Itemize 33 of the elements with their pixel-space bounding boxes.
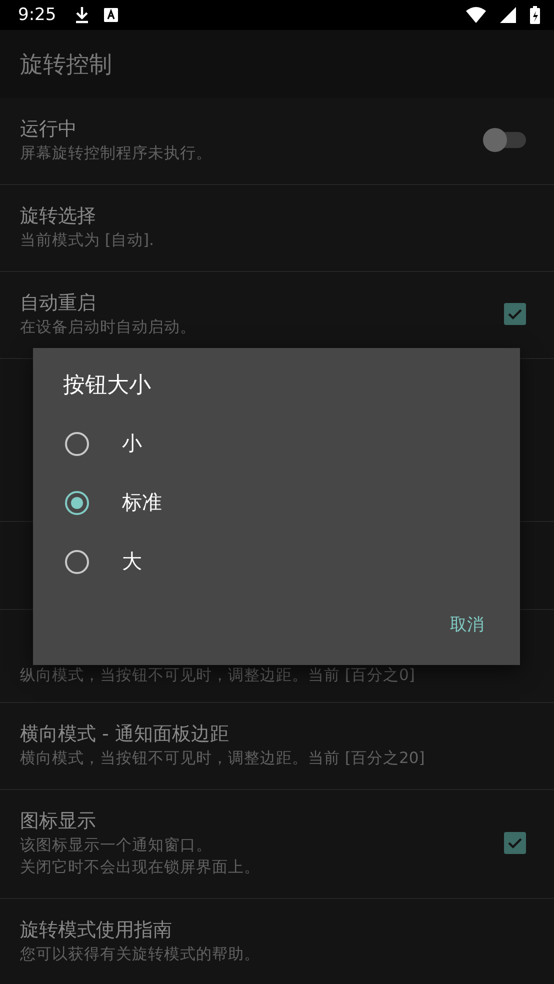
option-label[interactable]: 标准 [122, 489, 162, 516]
radio-button[interactable] [65, 490, 89, 514]
setting-description: 您可以获得有关旋转模式的帮助。 [20, 944, 261, 965]
font-icon [104, 8, 118, 22]
setting-title: 旋转选择 [20, 204, 97, 229]
cancel-button[interactable]: 取消 [440, 605, 494, 644]
setting-description: 在设备启动时自动启动。 [20, 317, 197, 338]
app-title: 旋转控制 [20, 50, 112, 80]
checkbox[interactable] [504, 832, 526, 854]
setting-description: 纵向模式，当按钮不可见时，调整边距。当前 [百分之0] [20, 665, 416, 686]
setting-title: 旋转模式使用指南 [20, 918, 173, 943]
option-label[interactable]: 小 [122, 430, 142, 457]
setting-title: 图标显示 [20, 809, 97, 834]
battery-icon [530, 6, 540, 24]
wifi-icon [466, 7, 486, 23]
check-icon [507, 835, 523, 851]
radio-button[interactable] [65, 550, 89, 574]
dialog-title: 按钮大小 [62, 372, 152, 400]
check-icon [507, 306, 523, 322]
setting-description: 关闭它时不会出现在锁屏界面上。 [20, 857, 261, 878]
clock: 9:25 [18, 5, 56, 25]
setting-description: 横向模式，当按钮不可见时，调整边距。当前 [百分之20] [20, 748, 426, 769]
download-icon [74, 6, 90, 24]
signal-icon [500, 7, 516, 23]
option-label[interactable]: 大 [122, 548, 142, 575]
checkbox[interactable] [504, 303, 526, 325]
setting-description: 当前模式为 [自动]. [20, 230, 155, 251]
radio-button[interactable] [65, 432, 89, 456]
setting-title: 横向模式 - 通知面板边距 [20, 722, 230, 747]
setting-description: 屏幕旋转控制程序未执行。 [20, 143, 213, 164]
setting-title: 运行中 [20, 117, 78, 142]
setting-description: 该图标显示一个通知窗口。 [20, 835, 213, 856]
setting-title: 自动重启 [20, 291, 97, 316]
